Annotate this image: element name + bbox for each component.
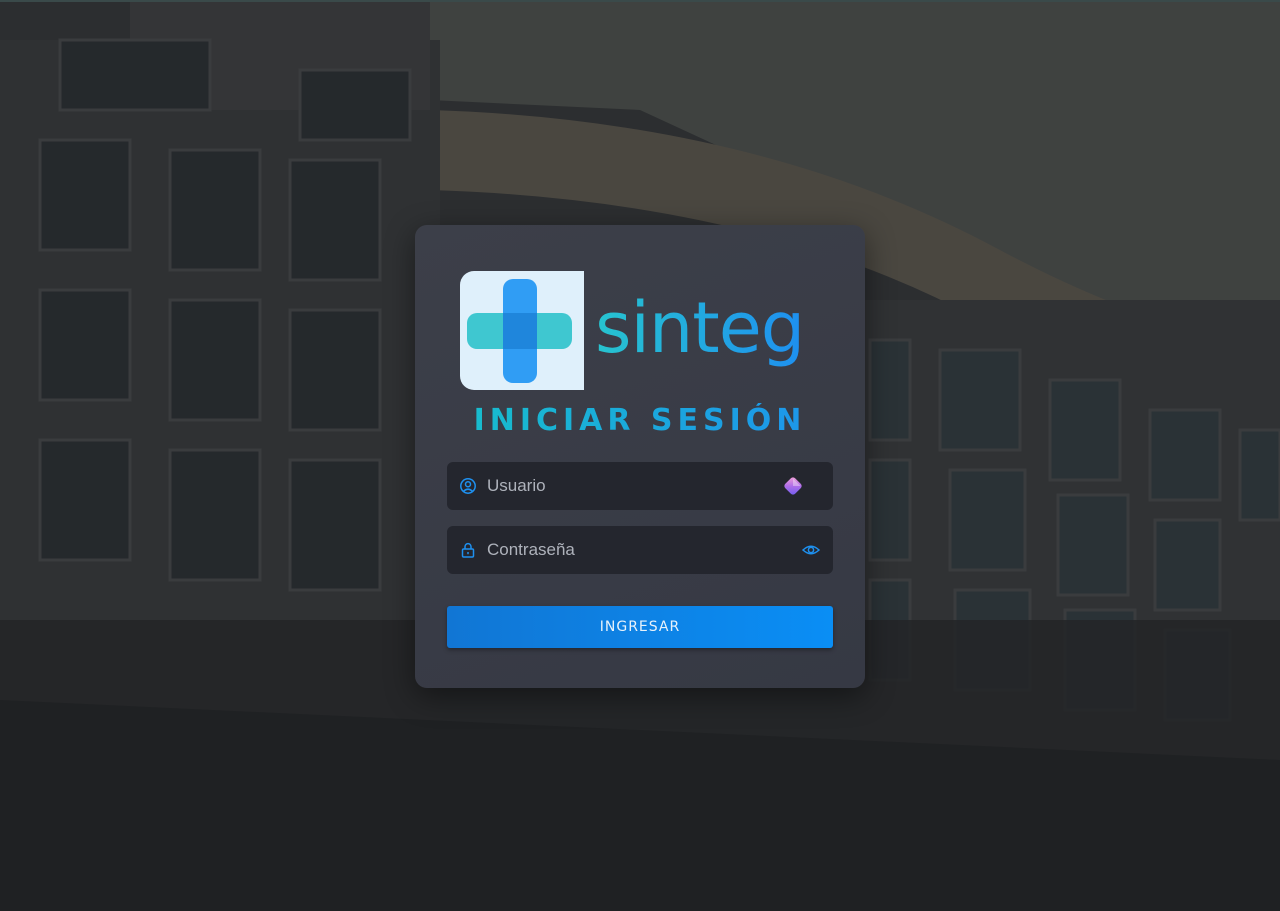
sinteg-logo: sinteg — [460, 271, 810, 391]
password-input[interactable] — [487, 526, 767, 574]
lock-icon — [461, 542, 475, 558]
login-submit-button[interactable]: INGRESAR — [447, 606, 833, 648]
brand-wordmark: sinteg — [595, 283, 805, 373]
username-input[interactable] — [487, 462, 767, 510]
eye-icon[interactable] — [801, 540, 821, 560]
password-field-wrapper — [447, 526, 833, 574]
user-circle-icon — [460, 478, 476, 494]
password-manager-icon[interactable] — [781, 474, 805, 498]
top-border — [0, 0, 1280, 2]
login-card: sinteg INICIAR SESIÓN Usuario INGRESAR — [415, 225, 865, 688]
login-title: INICIAR SESIÓN — [415, 403, 865, 438]
username-field-wrapper — [447, 462, 833, 510]
medical-cross-icon — [460, 271, 584, 390]
